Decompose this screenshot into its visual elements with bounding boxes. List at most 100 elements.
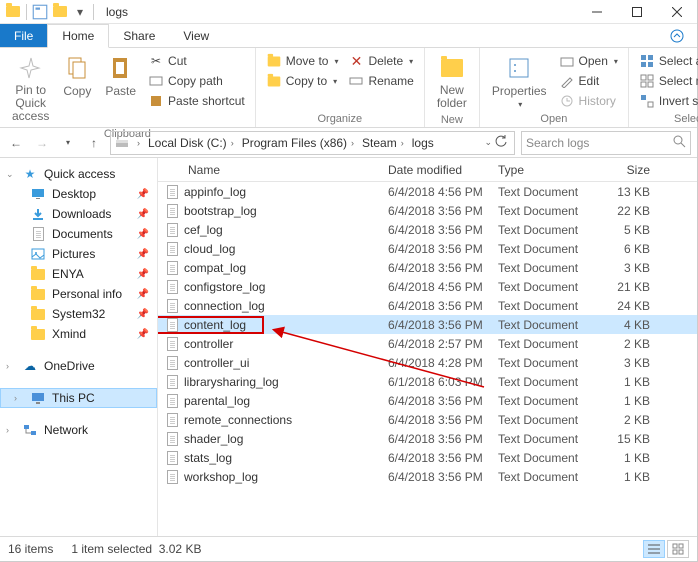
table-row[interactable]: stats_log6/4/2018 3:56 PMText Document1 …	[158, 448, 697, 467]
sidebar-item[interactable]: System32📌	[0, 304, 157, 324]
properties-qat-icon[interactable]	[31, 3, 49, 21]
ribbon-collapse-icon[interactable]	[657, 24, 697, 47]
copy-button[interactable]: Copy	[59, 52, 95, 100]
chevron-right-icon[interactable]: ›	[14, 393, 24, 403]
table-row[interactable]: appinfo_log6/4/2018 4:56 PMText Document…	[158, 182, 697, 201]
sidebar-item[interactable]: Xmind📌	[0, 324, 157, 344]
breadcrumb-seg[interactable]: Program Files (x86)›	[240, 136, 360, 150]
table-row[interactable]: configstore_log6/4/2018 4:56 PMText Docu…	[158, 277, 697, 296]
paste-button[interactable]: Paste	[101, 52, 140, 100]
ribbon-tabs: File Home Share View	[0, 24, 697, 48]
forward-button[interactable]: →	[32, 133, 52, 153]
cut-icon: ✂	[148, 53, 164, 69]
file-size: 21 KB	[598, 280, 664, 294]
col-size[interactable]: Size	[598, 163, 664, 177]
table-row[interactable]: cloud_log6/4/2018 3:56 PMText Document6 …	[158, 239, 697, 258]
details-view-button[interactable]	[643, 540, 665, 558]
breadcrumb-seg[interactable]: logs	[410, 136, 436, 150]
open-button[interactable]: Open▾	[557, 52, 620, 70]
chevron-down-icon[interactable]: ⌄	[6, 169, 16, 180]
cut-button[interactable]: ✂Cut	[146, 52, 247, 70]
pc-icon	[30, 390, 46, 406]
sidebar-item[interactable]: Personal info📌	[0, 284, 157, 304]
pinned-icon: 📌	[137, 269, 149, 280]
table-row[interactable]: controller_ui6/4/2018 4:28 PMText Docume…	[158, 353, 697, 372]
pinned-icon: 📌	[137, 209, 149, 220]
up-button[interactable]: ↑	[84, 133, 104, 153]
sidebar-item-icon	[30, 246, 46, 262]
delete-button[interactable]: ✕Delete▾	[346, 52, 415, 70]
pinned-icon: 📌	[137, 189, 149, 200]
tab-home[interactable]: Home	[47, 24, 109, 48]
paste-shortcut-button[interactable]: Paste shortcut	[146, 92, 247, 110]
sidebar-network[interactable]: › Network	[0, 420, 157, 440]
table-row[interactable]: librarysharing_log6/1/2018 6:03 PMText D…	[158, 372, 697, 391]
sidebar-item[interactable]: Downloads📌	[0, 204, 157, 224]
rename-button[interactable]: Rename	[346, 72, 415, 90]
history-button[interactable]: History	[557, 92, 620, 110]
breadcrumb-seg[interactable]: Steam›	[360, 136, 410, 150]
file-date: 6/4/2018 3:56 PM	[388, 432, 498, 446]
search-input[interactable]: Search logs	[521, 131, 691, 155]
file-type: Text Document	[498, 451, 598, 465]
sidebar-this-pc[interactable]: › This PC	[0, 388, 157, 408]
table-row[interactable]: content_log6/4/2018 3:56 PMText Document…	[158, 315, 697, 334]
invert-selection-button[interactable]: Invert selection	[637, 92, 698, 110]
table-row[interactable]: controller6/4/2018 2:57 PMText Document2…	[158, 334, 697, 353]
table-row[interactable]: workshop_log6/4/2018 3:56 PMText Documen…	[158, 467, 697, 486]
copy-path-icon	[148, 73, 164, 89]
file-name: controller_ui	[182, 356, 388, 370]
properties-button[interactable]: Properties▾	[488, 52, 551, 111]
titlebar: ▾ logs	[0, 0, 697, 24]
tab-share[interactable]: Share	[109, 24, 169, 47]
select-all-button[interactable]: Select all	[637, 52, 698, 70]
col-date[interactable]: Date modified	[388, 163, 498, 177]
icons-view-button[interactable]	[667, 540, 689, 558]
pin-to-quick-access-button[interactable]: Pin to Quick access	[8, 52, 53, 126]
copy-path-button[interactable]: Copy path	[146, 72, 247, 90]
file-date: 6/4/2018 3:56 PM	[388, 394, 498, 408]
breadcrumb-dropdown-icon[interactable]: ⌄	[484, 137, 492, 148]
back-button[interactable]: ←	[6, 133, 26, 153]
separator	[26, 4, 27, 20]
col-type[interactable]: Type	[498, 163, 598, 177]
tab-view[interactable]: View	[169, 24, 223, 47]
sidebar-onedrive[interactable]: › ☁ OneDrive	[0, 356, 157, 376]
sidebar-item[interactable]: Documents📌	[0, 224, 157, 244]
minimize-button[interactable]	[577, 0, 617, 24]
table-row[interactable]: cef_log6/4/2018 3:56 PMText Document5 KB	[158, 220, 697, 239]
group-open: Properties▾ Open▾ Edit History Open	[480, 48, 629, 127]
copy-to-button[interactable]: Copy to▾	[264, 72, 341, 90]
table-row[interactable]: shader_log6/4/2018 3:56 PMText Document1…	[158, 429, 697, 448]
new-folder-button[interactable]: New folder	[433, 52, 471, 112]
sidebar-item[interactable]: ENYA📌	[0, 264, 157, 284]
table-row[interactable]: compat_log6/4/2018 3:56 PMText Document3…	[158, 258, 697, 277]
folder-qat-icon[interactable]	[4, 3, 22, 21]
file-icon	[158, 242, 182, 256]
breadcrumb-seg[interactable]: Local Disk (C:)›	[146, 136, 240, 150]
sidebar-item[interactable]: Desktop📌	[0, 184, 157, 204]
breadcrumb[interactable]: › Local Disk (C:)› Program Files (x86)› …	[110, 131, 515, 155]
file-date: 6/4/2018 3:56 PM	[388, 242, 498, 256]
table-row[interactable]: bootstrap_log6/4/2018 3:56 PMText Docume…	[158, 201, 697, 220]
chevron-right-icon[interactable]: ›	[6, 425, 16, 435]
maximize-button[interactable]	[617, 0, 657, 24]
recent-dropdown[interactable]: ▾	[58, 133, 78, 153]
sidebar-quick-access[interactable]: ⌄ ★ Quick access	[0, 164, 157, 184]
chevron-right-icon[interactable]: ›	[6, 361, 16, 371]
group-new-label: New	[433, 112, 471, 126]
refresh-icon[interactable]	[494, 134, 508, 151]
select-none-button[interactable]: Select none	[637, 72, 698, 90]
sidebar-item-icon	[30, 266, 46, 282]
sidebar-item[interactable]: Pictures📌	[0, 244, 157, 264]
table-row[interactable]: connection_log6/4/2018 3:56 PMText Docum…	[158, 296, 697, 315]
col-name[interactable]: Name	[158, 163, 388, 177]
table-row[interactable]: parental_log6/4/2018 3:56 PMText Documen…	[158, 391, 697, 410]
new-folder-qat-icon[interactable]	[51, 3, 69, 21]
move-to-button[interactable]: Move to▾	[264, 52, 341, 70]
tab-file[interactable]: File	[0, 24, 47, 47]
edit-button[interactable]: Edit	[557, 72, 620, 90]
close-button[interactable]	[657, 0, 697, 24]
qat-dropdown-icon[interactable]: ▾	[71, 3, 89, 21]
table-row[interactable]: remote_connections6/4/2018 3:56 PMText D…	[158, 410, 697, 429]
